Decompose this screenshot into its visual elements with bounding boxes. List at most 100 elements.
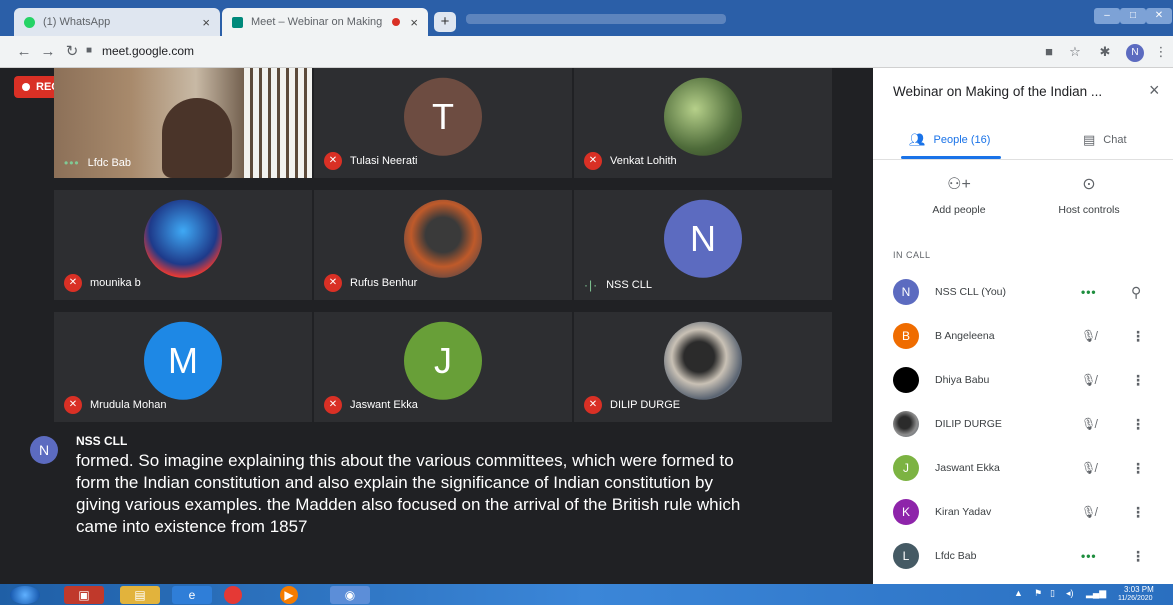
back-arrow-icon[interactable]: ← bbox=[14, 42, 34, 62]
participant-row[interactable]: L Lfdc Bab ••• ⋮ bbox=[873, 536, 1173, 576]
tab-meet[interactable]: Meet – Webinar on Making × bbox=[222, 8, 428, 36]
more-options-icon[interactable]: ⋮ bbox=[1131, 504, 1145, 521]
tab-whatsapp[interactable]: (1) WhatsApp × bbox=[14, 8, 220, 36]
participant-tile[interactable]: ✕ DILIP DURGE bbox=[574, 312, 832, 422]
participant-name: Kiran Yadav bbox=[935, 506, 992, 518]
presentation-app-icon[interactable]: ▣ bbox=[64, 586, 104, 604]
participant-avatar bbox=[893, 367, 919, 393]
participant-row[interactable]: Dhiya Babu 🎙︎̸ ⋮ bbox=[873, 360, 1173, 400]
tab-label: (1) WhatsApp bbox=[43, 16, 111, 28]
media-player-icon[interactable]: ▶ bbox=[280, 586, 298, 604]
chrome-icon[interactable] bbox=[224, 586, 242, 604]
participant-tile[interactable]: T ✕ Tulasi Neerati bbox=[314, 68, 572, 178]
mic-off-icon[interactable]: 🎙︎̸ bbox=[1081, 417, 1096, 431]
maximize-window-button[interactable]: □ bbox=[1120, 8, 1146, 24]
add-people-button[interactable]: ⚇+ Add people bbox=[909, 174, 1009, 216]
blurred-window-title bbox=[466, 14, 726, 24]
participant-avatar: B bbox=[893, 323, 919, 349]
close-window-button[interactable]: ✕ bbox=[1146, 8, 1172, 24]
participant-avatar: K bbox=[893, 499, 919, 525]
extensions-icon[interactable]: ✱ bbox=[1096, 43, 1114, 61]
more-options-icon[interactable]: ⋮ bbox=[1131, 460, 1145, 477]
camera-indicator-icon[interactable]: ■ bbox=[1040, 43, 1058, 61]
network-icon[interactable]: ▂▄▆ bbox=[1086, 588, 1106, 599]
participant-tile[interactable]: ••• Lfdc Bab bbox=[54, 68, 312, 178]
forward-arrow-icon[interactable]: → bbox=[38, 42, 58, 62]
action-label: Host controls bbox=[1058, 204, 1120, 216]
participant-tile[interactable]: ✕ Venkat Lohith bbox=[574, 68, 832, 178]
participant-avatar: J bbox=[404, 321, 482, 400]
participant-avatar bbox=[893, 411, 919, 437]
chrome-active-icon[interactable]: ◉ bbox=[330, 586, 370, 604]
tray-arrow-icon[interactable]: ▲ bbox=[1014, 588, 1023, 598]
tab-label: Meet – Webinar on Making bbox=[251, 16, 383, 28]
participant-video bbox=[162, 98, 232, 178]
record-dot-icon bbox=[22, 83, 30, 91]
chat-icon: ▤ bbox=[1083, 132, 1096, 147]
battery-icon[interactable]: ▯ bbox=[1050, 588, 1055, 599]
participant-name: Mrudula Mohan bbox=[90, 399, 167, 411]
close-tab-icon[interactable]: × bbox=[202, 15, 210, 30]
participant-tile[interactable]: N ·|· NSS CLL bbox=[574, 190, 832, 300]
mic-off-icon: ✕ bbox=[324, 274, 342, 292]
participant-row[interactable]: N NSS CLL (You) ••• ⚲ bbox=[873, 272, 1173, 312]
participant-tile[interactable]: ✕ mounika b bbox=[54, 190, 312, 300]
profile-avatar[interactable]: N bbox=[1126, 44, 1144, 62]
more-options-icon[interactable]: ⋮ bbox=[1131, 548, 1145, 565]
action-label: Add people bbox=[932, 204, 986, 216]
participant-name: Tulasi Neerati bbox=[350, 155, 418, 167]
clock-time[interactable]: 3:03 PM bbox=[1124, 585, 1154, 594]
mic-off-icon: ✕ bbox=[584, 396, 602, 414]
minimize-window-button[interactable]: – bbox=[1094, 8, 1120, 24]
add-person-icon: ⚇+ bbox=[947, 176, 971, 193]
mic-off-icon[interactable]: 🎙︎̸ bbox=[1081, 329, 1096, 343]
more-options-icon[interactable]: ⋮ bbox=[1131, 372, 1145, 389]
clock-date[interactable]: 11/26/2020 bbox=[1118, 595, 1153, 602]
start-button[interactable] bbox=[10, 586, 40, 604]
bookmark-star-icon[interactable]: ☆ bbox=[1066, 43, 1084, 61]
participant-row[interactable]: DILIP DURGE 🎙︎̸ ⋮ bbox=[873, 404, 1173, 444]
os-taskbar: ▣ ▤ e ▶ ◉ ▲ ⚑ ▯ ◂) ▂▄▆ 3:03 PM 11/26/202… bbox=[0, 584, 1173, 605]
mic-off-icon[interactable]: 🎙︎̸ bbox=[1081, 505, 1096, 519]
participant-row[interactable]: K Kiran Yadav 🎙︎̸ ⋮ bbox=[873, 492, 1173, 532]
participant-tile[interactable]: M ✕ Mrudula Mohan bbox=[54, 312, 312, 422]
participant-avatar: J bbox=[893, 455, 919, 481]
reload-icon[interactable]: ↻ bbox=[62, 42, 82, 62]
mic-off-icon: ✕ bbox=[324, 396, 342, 414]
mic-off-icon[interactable]: 🎙︎̸ bbox=[1081, 373, 1096, 387]
close-panel-icon[interactable]: × bbox=[1149, 80, 1160, 101]
more-options-icon[interactable]: ⋮ bbox=[1131, 328, 1145, 345]
participant-row[interactable]: B B Angeleena 🎙︎̸ ⋮ bbox=[873, 316, 1173, 356]
caption-text: formed. So imagine explaining this about… bbox=[76, 451, 741, 536]
participant-name: NSS CLL bbox=[606, 279, 652, 291]
url-field[interactable]: meet.google.com bbox=[102, 44, 194, 58]
flag-icon[interactable]: ⚑ bbox=[1034, 588, 1042, 599]
browser-menu-icon[interactable]: ⋮ bbox=[1152, 43, 1170, 61]
tab-label: People (16) bbox=[933, 134, 991, 146]
volume-icon[interactable]: ◂) bbox=[1066, 588, 1074, 599]
toggle-icon: ⊙ bbox=[1082, 176, 1096, 193]
host-controls-button[interactable]: ⊙ Host controls bbox=[1039, 174, 1139, 216]
tab-people[interactable]: 👥︎ People (16) bbox=[909, 128, 990, 152]
mic-off-icon: ✕ bbox=[584, 152, 602, 170]
background-window bbox=[244, 68, 312, 178]
participant-tile[interactable]: J ✕ Jaswant Ekka bbox=[314, 312, 572, 422]
tab-chat[interactable]: ▤ Chat bbox=[1083, 128, 1127, 152]
file-explorer-icon[interactable]: ▤ bbox=[120, 586, 160, 604]
mic-off-icon[interactable]: 🎙︎̸ bbox=[1081, 461, 1096, 475]
participant-row[interactable]: J Jaswant Ekka 🎙︎̸ ⋮ bbox=[873, 448, 1173, 488]
participant-avatar: L bbox=[893, 543, 919, 569]
meeting-title: Webinar on Making of the Indian ... bbox=[893, 84, 1103, 99]
pin-icon[interactable]: ⚲ bbox=[1131, 284, 1141, 301]
speaking-indicator-icon: ·|· bbox=[584, 278, 599, 292]
recording-dot-icon bbox=[392, 18, 401, 26]
more-options-icon[interactable]: ⋮ bbox=[1131, 416, 1145, 433]
new-tab-button[interactable]: + bbox=[434, 12, 456, 32]
internet-explorer-icon[interactable]: e bbox=[172, 586, 212, 604]
meet-icon bbox=[232, 16, 243, 28]
participant-tile[interactable]: ✕ Rufus Benhur bbox=[314, 190, 572, 300]
participant-name: DILIP DURGE bbox=[935, 418, 1002, 430]
participant-name: mounika b bbox=[90, 277, 141, 289]
close-tab-icon[interactable]: × bbox=[410, 15, 418, 30]
participant-name: DILIP DURGE bbox=[610, 399, 681, 411]
